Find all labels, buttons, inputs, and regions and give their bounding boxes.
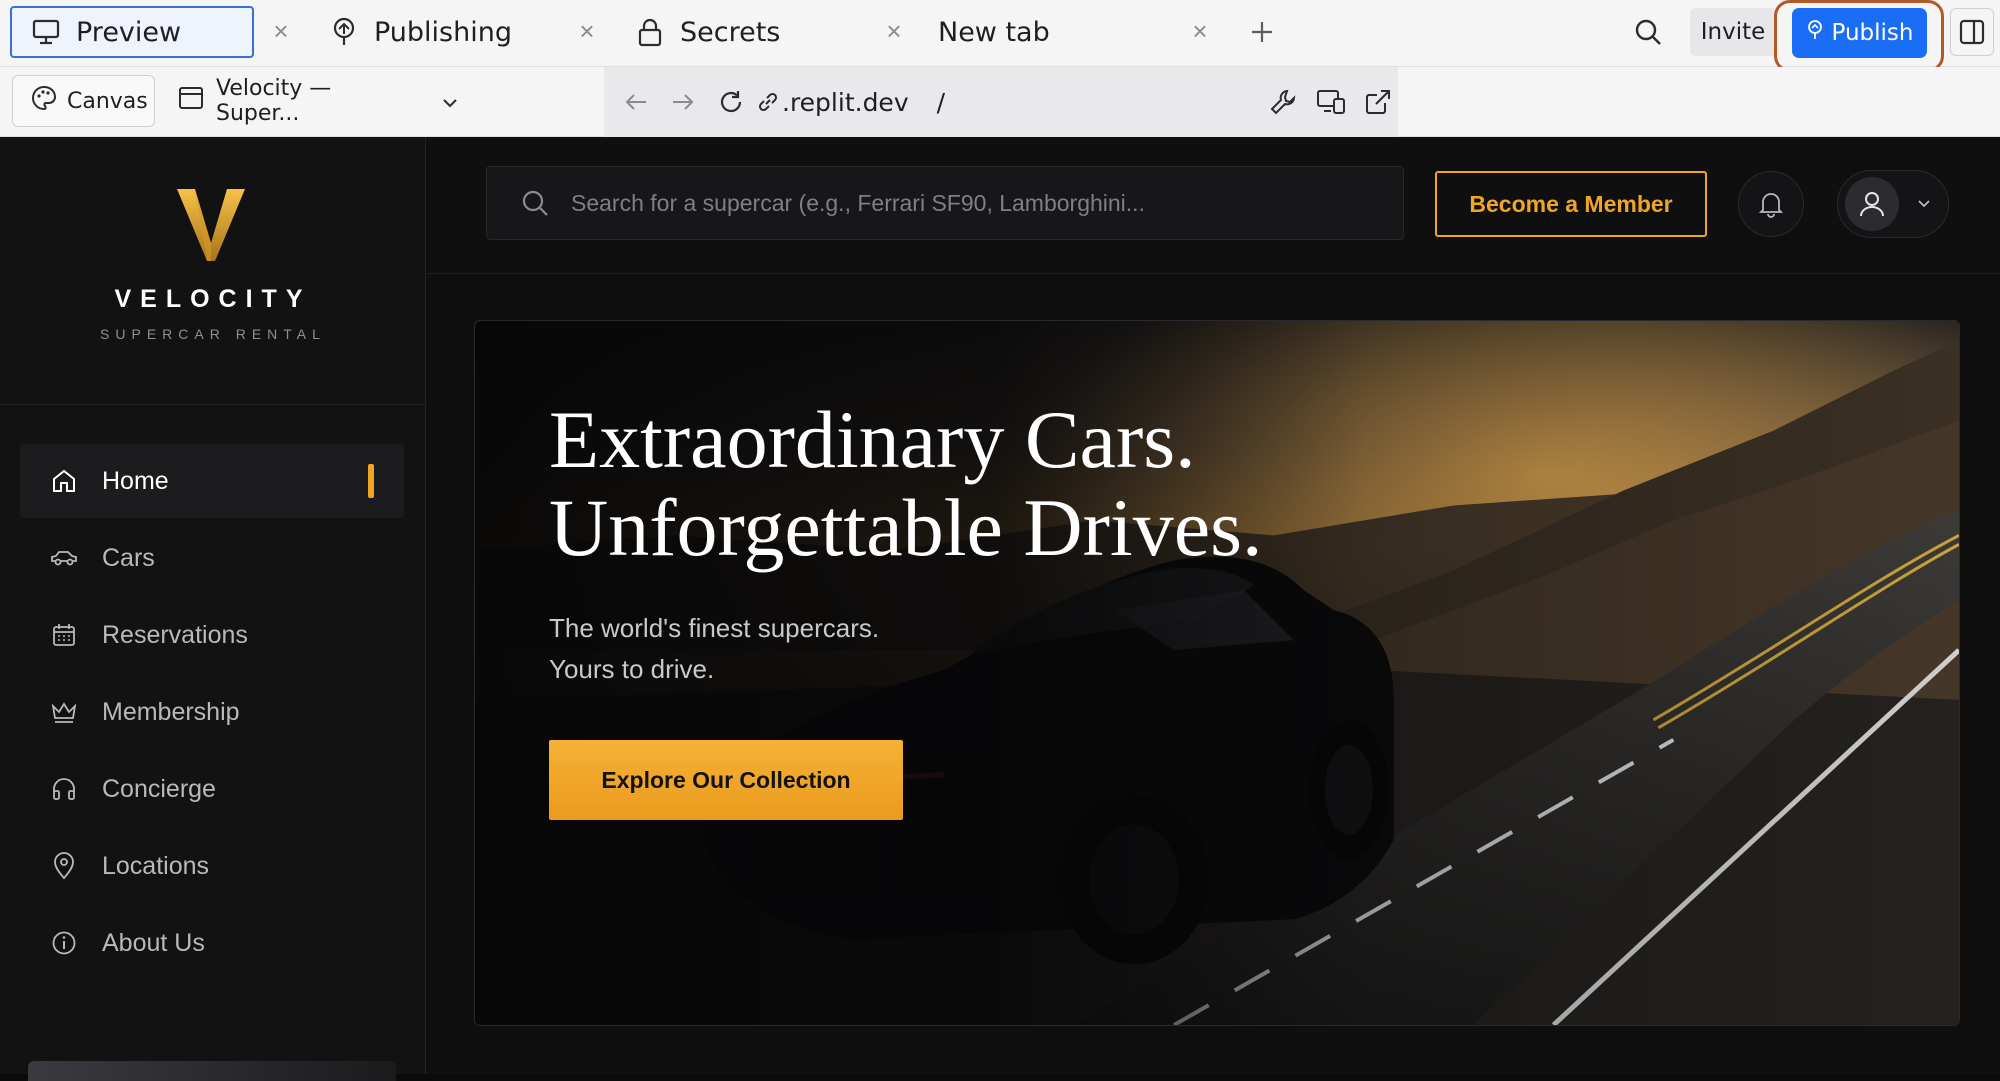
tab-secrets[interactable]: Secrets [616,6,866,58]
url-bar: .replit.dev / [604,67,1398,137]
avatar [1845,177,1899,231]
close-tab-icon[interactable]: × [876,13,912,49]
sidebar-item-label: Cars [102,543,155,572]
tab-label: Publishing [374,16,512,48]
active-indicator [368,464,374,498]
publish-label: Publish [1831,20,1914,46]
become-member-button[interactable]: Become a Member [1435,171,1707,237]
sidebar-item-cars[interactable]: Cars [20,521,404,595]
url-text[interactable]: .replit.dev [782,88,909,117]
toggle-panel-icon[interactable] [1950,8,1994,56]
sidebar-item-locations[interactable]: Locations [20,829,404,903]
close-tab-icon[interactable]: × [263,13,299,49]
tab-label: Preview [76,16,182,48]
hero-subtitle: The world's finest supercars. Yours to d… [549,608,1049,690]
sidebar-item-label: Locations [102,851,210,880]
url-path[interactable]: / [937,88,945,117]
tab-label: Secrets [680,16,781,48]
palette-icon [31,85,57,117]
sidebar-item-membership[interactable]: Membership [20,675,404,749]
new-tab-plus-icon[interactable] [1242,12,1282,52]
hero-title-line-2: Unforgettable Drives. [549,482,1263,573]
sidebar-item-label: About Us [102,928,205,957]
monitor-icon [28,14,64,50]
info-icon [46,925,82,961]
sidebar-item-label: Reservations [102,620,248,649]
lock-icon [632,14,668,50]
tab-label: New tab [938,16,1050,48]
close-tab-icon[interactable]: × [569,13,605,49]
external-link-icon[interactable] [1358,80,1398,124]
app-header: Become a Member [427,137,2000,274]
home-icon [46,463,82,499]
invite-button[interactable]: Invite [1690,8,1776,56]
browser-toolbar: Canvas Velocity — Super... .replit.dev / [0,67,2000,137]
hero-title: Extraordinary Cars. Unforgettable Drives… [549,396,1449,572]
hero-title-line-1: Extraordinary Cars. [549,394,1196,485]
map-pin-icon [46,848,82,884]
calendar-icon [46,617,82,653]
brand-block: VELOCITY SUPERCAR RENTAL [0,137,426,405]
sidebar-item-about-us[interactable]: About Us [20,906,404,980]
search-bar [486,166,1404,240]
browser-tab-bar: Preview × Publishing × Secrets × New tab… [0,0,2000,72]
hero-banner: Extraordinary Cars. Unforgettable Drives… [474,320,1960,1026]
forward-arrow-icon[interactable] [664,80,704,124]
explore-collection-button[interactable]: Explore Our Collection [549,740,903,820]
sidebar-item-reservations[interactable]: Reservations [20,598,404,672]
page-selector[interactable]: Velocity — Super... [178,75,458,127]
sidebar-bottom-card [28,1061,396,1081]
search-input[interactable] [571,189,1391,217]
sidebar-item-label: Concierge [102,774,216,803]
headphones-icon [46,771,82,807]
hero-subtitle-line-2: Yours to drive. [549,654,715,684]
velocity-app: VELOCITY SUPERCAR RENTAL Home Cars Reser… [0,137,2000,1081]
sidebar-item-home[interactable]: Home [20,444,404,518]
bell-icon[interactable] [1738,171,1804,237]
canvas-label: Canvas [67,88,148,114]
devices-icon[interactable] [1311,80,1351,124]
car-icon [46,540,82,576]
sidebar-item-label: Membership [102,697,240,726]
brand-tagline: SUPERCAR RENTAL [100,326,326,342]
publish-icon [1806,20,1824,46]
tab-publishing[interactable]: Publishing [310,6,560,58]
publish-button[interactable]: Publish [1792,8,1927,58]
sidebar-item-concierge[interactable]: Concierge [20,752,404,826]
link-icon [755,80,782,124]
search-icon[interactable] [1628,12,1668,52]
brand-name: VELOCITY [114,285,312,313]
tab-preview[interactable]: Preview [10,6,254,58]
wrench-icon[interactable] [1263,80,1303,124]
chevron-down-icon [1917,195,1931,213]
tab-new-tab[interactable]: New tab [922,6,1172,58]
close-tab-icon[interactable]: × [1182,13,1218,49]
back-arrow-icon[interactable] [616,80,656,124]
sidebar: VELOCITY SUPERCAR RENTAL Home Cars Reser… [0,137,426,1081]
reload-icon[interactable] [711,80,751,124]
hero-subtitle-line-1: The world's finest supercars. [549,613,880,643]
search-icon [515,183,555,223]
canvas-button[interactable]: Canvas [12,75,155,127]
page-selector-label: Velocity — Super... [216,76,332,126]
velocity-logo[interactable] [175,187,247,268]
publish-icon [326,14,362,50]
user-menu[interactable] [1837,170,1949,238]
window-icon [178,86,204,116]
crown-icon [46,694,82,730]
chevron-down-icon [442,89,458,114]
sidebar-item-label: Home [102,466,169,495]
